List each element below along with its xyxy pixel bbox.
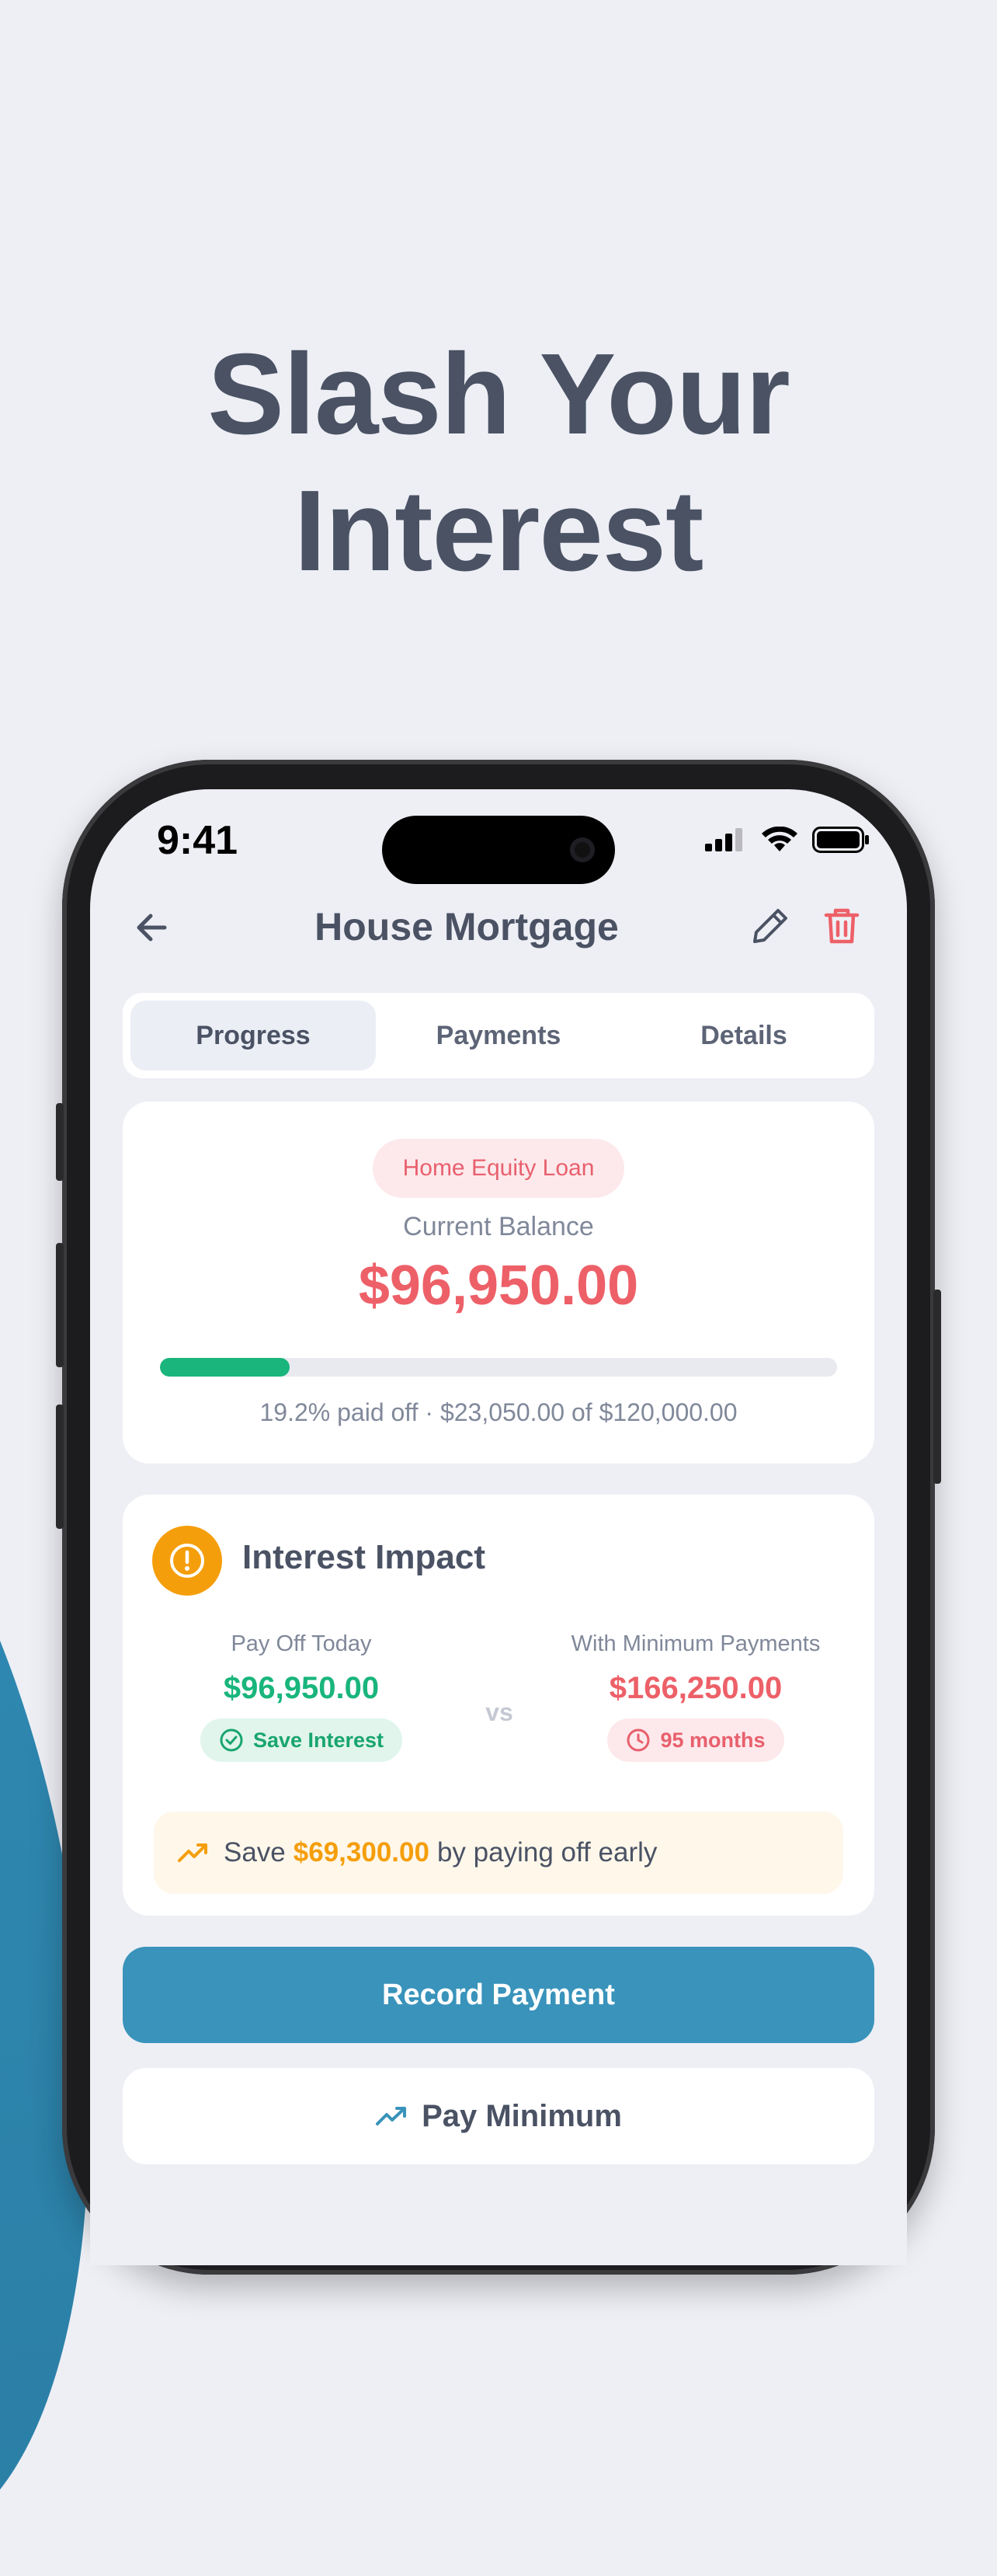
minimum-payments-label: With Minimum Payments bbox=[571, 1631, 821, 1656]
savings-suffix: by paying off early bbox=[436, 1837, 658, 1868]
savings-amount: $69,300.00 bbox=[293, 1837, 429, 1868]
phone-screen: 9:41 House Mortgage Progress Payments De… bbox=[90, 789, 907, 2265]
check-circle-icon bbox=[220, 1728, 243, 1752]
interest-impact-card: Interest Impact Pay Off Today $96,950.00… bbox=[123, 1495, 874, 1916]
months-chip: 95 months bbox=[607, 1718, 784, 1762]
segmented-tabs: Progress Payments Details bbox=[123, 993, 874, 1078]
months-label: 95 months bbox=[660, 1728, 766, 1752]
trash-icon[interactable] bbox=[820, 904, 863, 948]
signal-icon bbox=[705, 828, 742, 851]
pay-minimum-button[interactable]: Pay Minimum bbox=[123, 2068, 874, 2164]
phone-volume-down bbox=[56, 1405, 64, 1529]
nav-bar: House Mortgage bbox=[90, 875, 907, 976]
interest-impact-title: Interest Impact bbox=[242, 1538, 485, 1576]
save-interest-chip: Save Interest bbox=[200, 1718, 403, 1762]
headline: Slash Your Interest bbox=[0, 326, 997, 600]
vs-label: vs bbox=[485, 1698, 513, 1726]
trending-up-icon bbox=[376, 2107, 407, 2125]
loan-type-badge: Home Equity Loan bbox=[373, 1139, 624, 1198]
dynamic-island bbox=[382, 816, 615, 884]
wifi-icon bbox=[762, 827, 797, 851]
phone-mute-switch bbox=[56, 1103, 64, 1181]
clock-icon bbox=[627, 1728, 650, 1752]
status-icons bbox=[705, 827, 870, 853]
battery-icon bbox=[812, 827, 869, 853]
pay-minimum-label: Pay Minimum bbox=[422, 2098, 622, 2133]
balance-card: Home Equity Loan Current Balance $96,950… bbox=[123, 1102, 874, 1464]
progress-text: 19.2% paid off · $23,050.00 of $120,000.… bbox=[259, 1398, 738, 1426]
pay-off-today-amount: $96,950.00 bbox=[223, 1671, 380, 1705]
camera-icon bbox=[570, 837, 595, 862]
save-interest-label: Save Interest bbox=[252, 1728, 384, 1752]
status-time: 9:41 bbox=[157, 818, 238, 863]
trending-up-icon bbox=[178, 1843, 207, 1862]
edit-pencil-icon[interactable] bbox=[749, 904, 792, 948]
tab-details[interactable]: Details bbox=[621, 1001, 867, 1070]
tab-payments[interactable]: Payments bbox=[376, 1001, 621, 1070]
pay-off-today-label: Pay Off Today bbox=[231, 1631, 372, 1656]
tab-progress[interactable]: Progress bbox=[130, 1001, 376, 1070]
balance-amount: $96,950.00 bbox=[358, 1255, 639, 1317]
minimum-payments-amount: $166,250.00 bbox=[609, 1671, 783, 1705]
savings-prefix: Save bbox=[224, 1837, 286, 1868]
warning-icon bbox=[152, 1526, 222, 1596]
phone-volume-up bbox=[56, 1243, 64, 1367]
savings-banner: Save $69,300.00 by paying off early bbox=[154, 1812, 843, 1894]
minimum-payments-column: With Minimum Payments $166,250.00 95 mon… bbox=[548, 1631, 843, 1762]
phone-power-button bbox=[933, 1290, 941, 1484]
headline-line-2: Interest bbox=[294, 467, 704, 595]
payoff-progress-fill bbox=[160, 1358, 290, 1377]
record-payment-button[interactable]: Record Payment bbox=[123, 1947, 874, 2043]
balance-label: Current Balance bbox=[403, 1212, 594, 1241]
pay-off-today-column: Pay Off Today $96,950.00 Save Interest bbox=[185, 1631, 418, 1762]
payoff-progress-bar bbox=[160, 1358, 837, 1377]
headline-line-1: Slash Your bbox=[207, 330, 790, 458]
nav-title: House Mortgage bbox=[314, 905, 619, 949]
